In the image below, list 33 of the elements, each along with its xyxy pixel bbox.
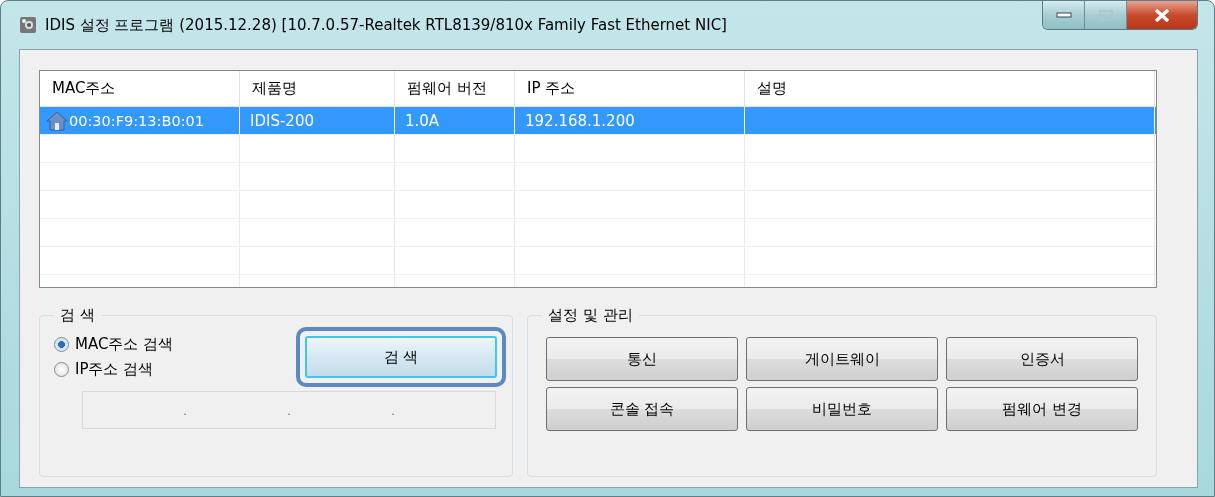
group-title: 설정 및 관리 (547, 306, 634, 325)
action-button[interactable]: 인증서 (946, 337, 1138, 381)
close-icon (1154, 8, 1170, 22)
table-cell: 192.168.1.200 (525, 111, 635, 130)
column-header[interactable]: 설명 (745, 71, 1155, 106)
house-icon (46, 110, 68, 131)
maximize-icon (1098, 9, 1113, 21)
action-button[interactable]: 콘솔 접속 (546, 387, 738, 431)
table-cell: 00:30:F9:13:B0:01 (69, 112, 204, 129)
group-title: 검 색 (59, 306, 96, 325)
action-button[interactable]: 비밀번호 (746, 387, 938, 431)
action-button[interactable]: 펌웨어 변경 (946, 387, 1138, 431)
table-cell: IDIS-200 (250, 111, 314, 130)
minimize-button[interactable] (1043, 1, 1085, 29)
action-button[interactable]: 통신 (546, 337, 738, 381)
column-header[interactable]: 제품명 (240, 71, 395, 106)
column-header[interactable]: IP 주소 (515, 71, 745, 106)
radio-label: MAC주소 검색 (75, 335, 174, 354)
column-header[interactable]: 펌웨어 버전 (395, 71, 515, 106)
search-button[interactable]: 검 색 (305, 336, 497, 378)
column-header[interactable]: MAC주소 (40, 71, 240, 106)
close-button[interactable] (1127, 1, 1197, 29)
radio-option[interactable]: IP주소 검색 (54, 360, 174, 379)
radio-button[interactable] (54, 337, 69, 352)
window-title: IDIS 설정 프로그램 (2015.12.28) [10.7.0.57-Realtek RTL8139/810x Family Fast Ethernet NIC] (45, 15, 727, 35)
action-button[interactable]: 게이트웨이 (746, 337, 938, 381)
minimize-icon (1055, 12, 1072, 18)
table-cell: 1.0A (405, 111, 440, 130)
radio-label: IP주소 검색 (75, 360, 154, 379)
radio-option[interactable]: MAC주소 검색 (54, 335, 174, 354)
app-icon (19, 16, 37, 34)
radio-button[interactable] (54, 362, 69, 377)
ip-address-field[interactable]: . . . (82, 391, 496, 429)
